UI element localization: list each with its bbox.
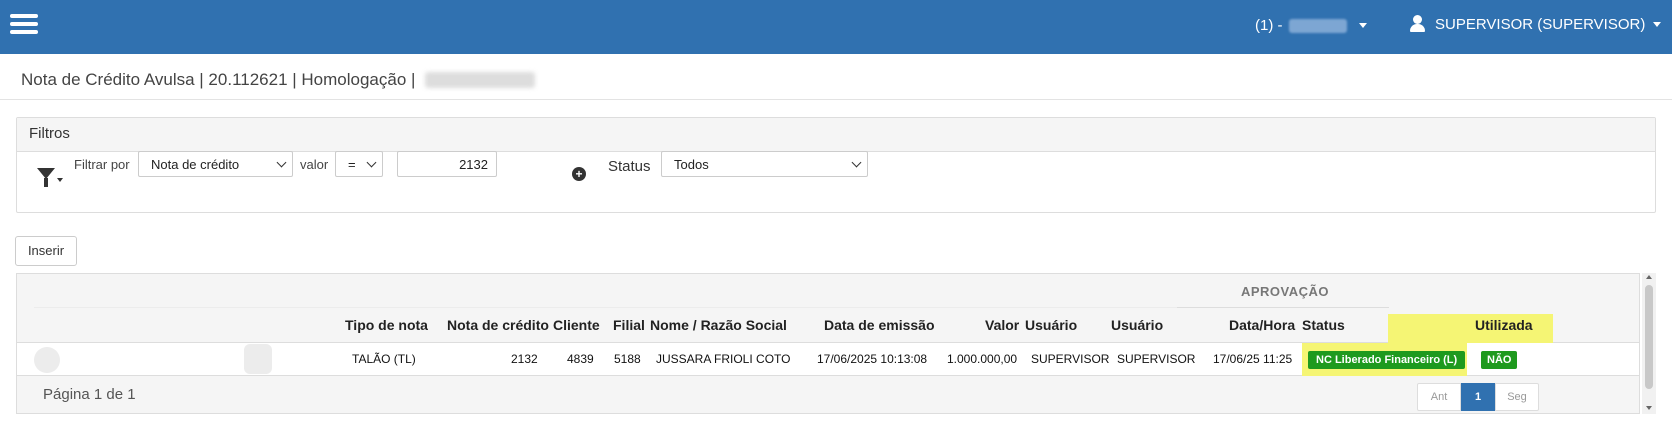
- operator-select[interactable]: =: [335, 151, 383, 177]
- scroll-down-icon[interactable]: [1646, 406, 1652, 410]
- chevron-down-icon: [851, 157, 862, 168]
- table-row[interactable]: TALÃO (TL) 2132 4839 5188 JUSSARA FRIOLI…: [17, 343, 1639, 376]
- search-icon[interactable]: [34, 347, 60, 373]
- divider: [1177, 307, 1389, 308]
- divider: [34, 307, 1184, 308]
- value-label: valor: [300, 157, 329, 172]
- col-nome[interactable]: Nome / Razão Social: [650, 317, 787, 333]
- document-icon[interactable]: [244, 344, 272, 374]
- top-navbar: (1) - SUPERVISOR (SUPERVISOR): [0, 0, 1672, 54]
- vertical-scrollbar[interactable]: [1642, 273, 1656, 414]
- filters-title: Filtros: [17, 118, 1655, 152]
- next-page-button[interactable]: Seg: [1495, 383, 1539, 411]
- filter-icon[interactable]: [37, 168, 65, 190]
- col-aprov-usuario[interactable]: Usuário: [1111, 317, 1163, 333]
- filter-field-value: Nota de crédito: [151, 157, 240, 172]
- user-icon: [1409, 15, 1425, 33]
- caret-down-icon: [1358, 23, 1367, 28]
- approval-group-header: APROVAÇÃO: [1240, 284, 1330, 299]
- company-dropdown[interactable]: (1) -: [1255, 17, 1367, 34]
- insert-button[interactable]: Inserir: [15, 236, 77, 266]
- col-status[interactable]: Status: [1302, 317, 1345, 333]
- col-tipo-de-nota[interactable]: Tipo de nota: [345, 317, 428, 333]
- chevron-down-icon: [366, 157, 377, 168]
- filter-by-label: Filtrar por: [74, 157, 130, 172]
- col-aprov-data-hora[interactable]: Data/Hora: [1229, 317, 1295, 333]
- filter-value-input[interactable]: 2132: [397, 151, 497, 177]
- pagination-info: Página 1 de 1: [43, 386, 136, 403]
- col-filial[interactable]: Filial: [613, 317, 645, 333]
- cell-tipo: TALÃO (TL): [352, 352, 416, 366]
- table-footer: Página 1 de 1 Ant 1 Seg: [17, 376, 1639, 413]
- user-menu[interactable]: SUPERVISOR (SUPERVISOR): [1409, 15, 1662, 33]
- cell-valor: 1.000.000,00: [947, 352, 1018, 366]
- caret-down-icon: [1653, 21, 1662, 27]
- filter-field-select[interactable]: Nota de crédito: [138, 151, 293, 177]
- cell-nota: 2132: [511, 352, 538, 366]
- scroll-thumb[interactable]: [1645, 285, 1653, 389]
- cell-filial: 5188: [614, 352, 641, 366]
- status-badge: NC Liberado Financeiro (L): [1308, 351, 1466, 369]
- breadcrumb: Nota de Crédito Avulsa | 20.112621 | Hom…: [21, 70, 416, 89]
- results-table: APROVAÇÃO Tipo de nota Nota de crédito C…: [16, 273, 1640, 414]
- table-header: APROVAÇÃO Tipo de nota Nota de crédito C…: [17, 274, 1639, 343]
- scroll-up-icon[interactable]: [1646, 275, 1652, 279]
- col-cliente[interactable]: Cliente: [553, 317, 600, 333]
- page-title: Nota de Crédito Avulsa | 20.112621 | Hom…: [21, 70, 536, 90]
- redacted-environment: [425, 72, 536, 88]
- filters-panel: Filtros Filtrar por Nota de crédito valo…: [16, 117, 1656, 213]
- cell-cliente: 4839: [567, 352, 594, 366]
- chevron-down-icon: [276, 157, 287, 168]
- status-select[interactable]: Todos: [661, 151, 868, 177]
- company-prefix: (1) -: [1255, 17, 1283, 34]
- cell-nome: JUSSARA FRIOLI COTO: [656, 352, 791, 366]
- cell-aprov-data-hora: 17/06/25 11:25: [1213, 352, 1293, 366]
- col-data-emissao[interactable]: Data de emissão: [824, 317, 935, 333]
- status-filter-label: Status: [608, 158, 651, 175]
- cell-data-emissao: 17/06/2025 10:13:08: [817, 352, 928, 366]
- redacted-company-name: [1288, 18, 1347, 33]
- divider: [0, 99, 1672, 100]
- cell-aprov-usuario: SUPERVISOR: [1117, 352, 1196, 366]
- cell-usuario: SUPERVISOR: [1031, 352, 1110, 366]
- operator-value: =: [348, 157, 356, 172]
- utilizada-badge: NÃO: [1481, 351, 1518, 369]
- page-1-button[interactable]: 1: [1461, 383, 1495, 411]
- menu-icon[interactable]: [10, 14, 38, 34]
- pagination: Ant 1 Seg: [1417, 383, 1539, 411]
- add-filter-icon[interactable]: +: [572, 167, 586, 181]
- col-utilizada[interactable]: Utilizada: [1475, 317, 1533, 333]
- prev-page-button[interactable]: Ant: [1417, 383, 1461, 411]
- col-nota-de-credito[interactable]: Nota de crédito: [447, 317, 549, 333]
- col-valor[interactable]: Valor: [985, 317, 1019, 333]
- status-select-value: Todos: [674, 157, 709, 172]
- user-label: SUPERVISOR (SUPERVISOR): [1435, 15, 1646, 33]
- col-usuario[interactable]: Usuário: [1025, 317, 1077, 333]
